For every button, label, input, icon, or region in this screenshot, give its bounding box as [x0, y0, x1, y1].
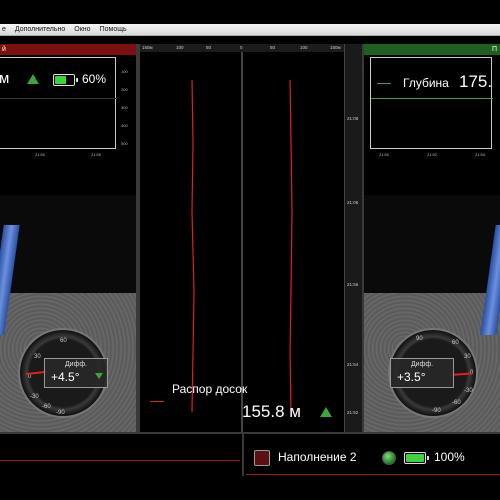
depth-label: Глубина	[403, 76, 449, 90]
left-board-line	[191, 79, 195, 413]
gauge-mark: -60	[42, 404, 51, 410]
left-panel-header[interactable]: й	[0, 44, 136, 55]
left-y-tick: 100	[121, 69, 128, 74]
right-divider[interactable]	[362, 44, 364, 432]
time-tick: 21:52	[347, 410, 359, 415]
bottom-right-section: Наполнение 2 100%	[246, 436, 500, 476]
bottom-red-line	[246, 474, 500, 475]
gauge-mark: 30	[464, 354, 471, 360]
legend-label: Распор досок	[172, 382, 248, 396]
top-tick: 50	[206, 45, 212, 50]
fill-level-line	[0, 460, 240, 461]
fill-label: Наполнение 2	[278, 450, 357, 464]
gauge-mark: -30	[464, 388, 473, 394]
right-graph-area: Глубина 175. 21:50 21:52 21:54	[364, 55, 500, 195]
left-graph-box: м 60% 21:50 21:55	[0, 57, 117, 157]
gauge-mark: 90	[416, 336, 423, 342]
gauge-mark: 30	[34, 354, 41, 360]
gauge-value: +4.5°	[51, 370, 80, 384]
gauge-mark: -30	[30, 394, 39, 400]
top-tick: 150м	[330, 45, 341, 50]
menu-item-edit[interactable]: е	[2, 26, 6, 33]
depth-lines	[191, 52, 293, 432]
left-x-tick: 21:55	[91, 152, 102, 157]
left-battery-percent: 60%	[82, 72, 107, 86]
left-divider[interactable]	[136, 44, 140, 432]
time-tick: 21:06	[347, 200, 359, 205]
gauge-title: Дифф.	[64, 361, 88, 368]
menu-bar: е Дополнительно Окно Помощь	[0, 24, 500, 36]
right-x-tick: 21:54	[475, 152, 486, 157]
trend-up-icon	[27, 74, 39, 84]
time-tick: 21:56	[347, 282, 359, 287]
legend-swatch	[150, 401, 164, 402]
bottom-battery-percent: 100%	[434, 450, 465, 464]
left-graph-area: м 60% 21:50 21:55 100 200 300 400 500	[0, 55, 136, 195]
right-3d-scene: 90 60 30 0 -30 -60 -90 Дифф. +3.5°	[364, 195, 500, 432]
right-x-tick: 21:50	[379, 152, 390, 157]
time-tick: 21:54	[347, 362, 359, 367]
left-3d-scene: 60 30 0 -30 -60 -90 Дифф. +4.5°	[0, 195, 136, 432]
left-y-tick: 500	[121, 141, 128, 146]
gauge-mark: -90	[432, 408, 441, 414]
right-gauge-readout: Дифф. +3.5°	[390, 358, 454, 388]
left-y-tick: 400	[121, 123, 128, 128]
top-tick: 100	[300, 45, 308, 50]
right-board-line	[289, 79, 293, 413]
menu-item-extra[interactable]: Дополнительно	[15, 26, 65, 33]
left-y-tick: 300	[121, 105, 128, 110]
right-sensor-panel: П Глубина 175. 21:50 21:52 21:54 90 60 3…	[364, 44, 500, 432]
battery-icon	[404, 452, 429, 464]
gauge-mark: 0	[28, 374, 32, 380]
right-panel-header[interactable]: П	[364, 44, 500, 55]
left-sensor-panel: й м 60% 21:50 21:55 100 200 300 400 500 …	[0, 44, 136, 432]
board-distance-value: 155.8 м	[242, 402, 301, 421]
status-dot-icon	[382, 451, 396, 465]
menu-item-help[interactable]: Помощь	[100, 26, 127, 33]
gauge-title: Дифф.	[410, 361, 434, 368]
top-tick: 100	[176, 45, 184, 50]
bottom-separator	[242, 434, 244, 476]
gauge-mark: 60	[60, 338, 67, 344]
gauge-mark: -60	[452, 400, 461, 406]
top-black-bar	[0, 0, 500, 24]
gauge-mark: -90	[56, 410, 65, 416]
top-tick: 50	[270, 45, 276, 50]
fill-toggle-button[interactable]	[254, 450, 270, 466]
left-y-tick: 200	[121, 87, 128, 92]
top-tick: 150м	[142, 45, 153, 50]
bottom-left-section	[0, 436, 240, 476]
time-scale: 21:08 21:06 21:56 21:54 21:52	[344, 44, 362, 432]
depth-legend-swatch	[377, 83, 391, 84]
time-tick: 21:08	[347, 116, 359, 121]
left-x-tick: 21:50	[35, 152, 46, 157]
gauge-mark: 60	[452, 340, 459, 346]
left-unit-label: м	[0, 70, 10, 87]
trend-down-icon	[95, 373, 103, 379]
center-depth-chart: 150м 100 50 0 50 100 150м 21:08 21:06 21…	[140, 44, 362, 432]
top-axis: 150м 100 50 0 50 100 150м	[140, 44, 344, 52]
left-gauge-readout: Дифф. +4.5°	[44, 358, 108, 388]
trend-up-icon	[320, 407, 332, 417]
right-diff-gauge: 90 60 30 0 -30 -60 -90 Дифф. +3.5°	[388, 328, 478, 418]
battery-icon	[53, 74, 78, 86]
right-graph-box: Глубина 175. 21:50 21:52 21:54	[370, 57, 493, 157]
menu-item-window[interactable]: Окно	[74, 26, 90, 33]
left-diff-gauge: 60 30 0 -30 -60 -90 Дифф. +4.5°	[18, 328, 108, 418]
top-tick: 0	[240, 45, 243, 50]
gauge-value: +3.5°	[397, 370, 426, 384]
bottom-status-bar: Наполнение 2 100%	[0, 432, 500, 476]
right-x-tick: 21:52	[427, 152, 438, 157]
depth-value: 175.	[459, 72, 493, 91]
